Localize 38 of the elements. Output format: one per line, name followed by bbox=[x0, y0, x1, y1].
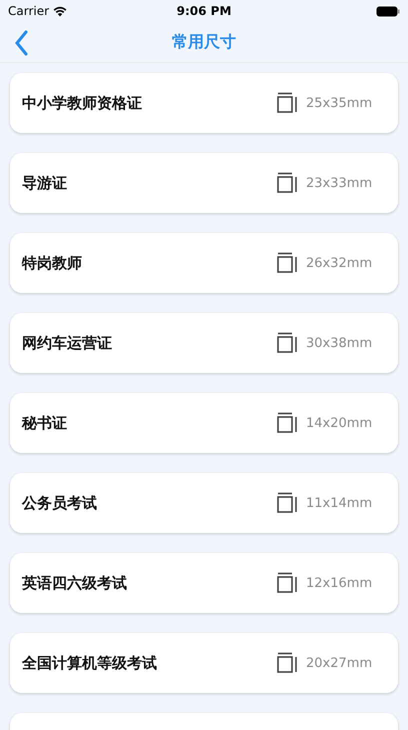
document-name: 全国计算机等级考试 bbox=[22, 654, 157, 672]
photo-size: 12x16mm bbox=[306, 576, 374, 590]
document-name: 导游证 bbox=[22, 174, 67, 192]
size-list-item[interactable]: 全国计算机等级考试 20x27mm bbox=[10, 633, 398, 693]
size-list-item[interactable]: 公务员考试 11x14mm bbox=[10, 473, 398, 533]
document-name: 特岗教师 bbox=[22, 254, 82, 272]
frame-size-icon bbox=[276, 572, 298, 594]
status-time: 9:06 PM bbox=[176, 4, 232, 18]
page-title: 常用尺寸 bbox=[172, 32, 236, 52]
carrier-label: Carrier bbox=[8, 4, 50, 18]
photo-size: 14x20mm bbox=[306, 416, 374, 430]
photo-size: 11x14mm bbox=[306, 496, 374, 510]
size-list-item[interactable]: 中小学教师资格证 25x35mm bbox=[10, 73, 398, 133]
frame-size-icon bbox=[276, 172, 298, 194]
document-name: 网约车运营证 bbox=[22, 334, 112, 352]
frame-size-icon bbox=[276, 252, 298, 274]
photo-size: 26x32mm bbox=[306, 256, 374, 270]
document-name: 公务员考试 bbox=[22, 494, 97, 512]
document-name: 秘书证 bbox=[22, 414, 67, 432]
photo-size: 30x38mm bbox=[306, 336, 374, 350]
size-list-item[interactable]: 秘书证 14x20mm bbox=[10, 393, 398, 453]
size-list-item[interactable]: 导游证 23x33mm bbox=[10, 153, 398, 213]
frame-size-icon bbox=[276, 652, 298, 674]
document-name: 中小学教师资格证 bbox=[22, 94, 142, 112]
frame-size-icon bbox=[276, 92, 298, 114]
photo-size: 25x35mm bbox=[306, 96, 374, 110]
frame-size-icon bbox=[276, 412, 298, 434]
size-list-item[interactable]: 英语四六级考试 12x16mm bbox=[10, 553, 398, 613]
wifi-icon bbox=[53, 6, 68, 16]
photo-size: 23x33mm bbox=[306, 176, 374, 190]
photo-size: 20x27mm bbox=[306, 656, 374, 670]
size-list-item[interactable]: 特岗教师 26x32mm bbox=[10, 233, 398, 293]
back-chevron-icon bbox=[14, 30, 28, 56]
frame-size-icon bbox=[276, 492, 298, 514]
size-list-item[interactable]: 网约车运营证 30x38mm bbox=[10, 313, 398, 373]
battery-icon bbox=[376, 6, 400, 16]
document-name: 英语四六级考试 bbox=[22, 574, 127, 592]
frame-size-icon bbox=[276, 332, 298, 354]
